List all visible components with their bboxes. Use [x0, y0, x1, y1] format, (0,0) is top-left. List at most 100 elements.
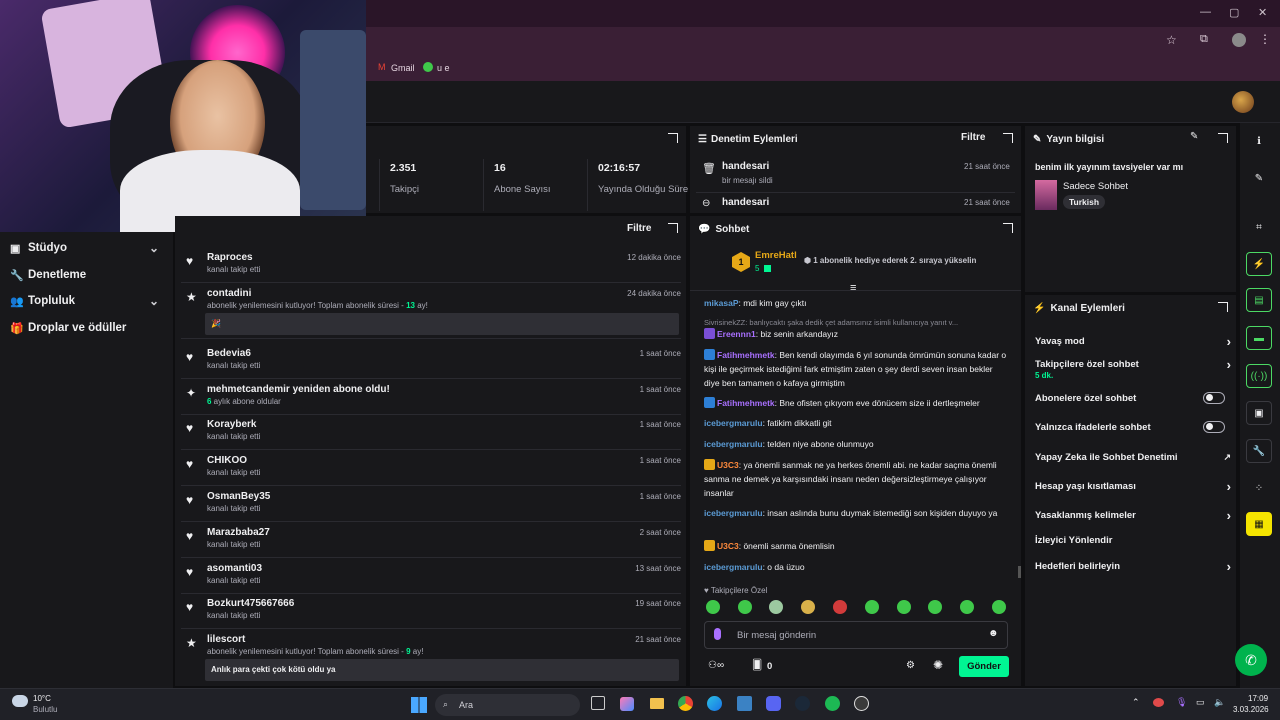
- obs-icon[interactable]: [854, 696, 869, 711]
- chat-username[interactable]: icebergmarulu: [704, 562, 763, 572]
- nav-community[interactable]: 👥 Topluluk ⌄: [10, 290, 165, 312]
- mod-user[interactable]: handesari: [722, 197, 769, 208]
- channel-action-item[interactable]: Hedefleri belirleyin ›: [1035, 559, 1231, 574]
- edge-icon[interactable]: [707, 696, 722, 711]
- edit-icon[interactable]: ✎: [1246, 166, 1272, 190]
- copilot-icon[interactable]: [620, 697, 634, 711]
- volume-icon[interactable]: 🔈: [1214, 697, 1225, 708]
- popout-icon[interactable]: [1003, 133, 1013, 143]
- feed-user-name[interactable]: Marazbaba27: [207, 527, 270, 538]
- chat-message[interactable]: U3C3: önemli sanma önemlisin: [704, 539, 1009, 553]
- chat-username[interactable]: mikasaP: [704, 298, 739, 308]
- user-avatar[interactable]: [1232, 91, 1254, 113]
- tray-mic-icon[interactable]: 🎙: [1176, 697, 1187, 708]
- support-chat-button[interactable]: ✆: [1235, 644, 1267, 676]
- extensions-icon[interactable]: ⁘: [1246, 476, 1272, 500]
- channel-action-item[interactable]: Takipçilere özel sohbet 5 dk. ›: [1035, 357, 1231, 380]
- toggle-switch[interactable]: [1203, 392, 1225, 404]
- channel-points-icon[interactable]: 🂠: [752, 660, 762, 671]
- clapper-icon[interactable]: ▦: [1246, 512, 1272, 536]
- chrome-icon[interactable]: [678, 696, 693, 711]
- profile-icon[interactable]: [1232, 33, 1246, 47]
- settings-icon[interactable]: ⚙: [906, 660, 915, 671]
- info-icon[interactable]: ℹ: [1246, 129, 1272, 153]
- chat-message[interactable]: Fatihmehmetk: Ben kendi olayımda 6 yıl s…: [704, 348, 1009, 390]
- clip-icon[interactable]: ⌗: [1246, 215, 1272, 239]
- bot-icon[interactable]: ✺: [933, 658, 943, 672]
- feed-item[interactable]: ★ lilescort abonelik yenilemesini kutluyor…: [181, 634, 681, 682]
- star-icon[interactable]: ☆: [1166, 33, 1177, 47]
- popout-icon[interactable]: [1218, 133, 1228, 143]
- chat-message[interactable]: icebergmarulu: fatikim dikkatli git: [704, 416, 1009, 430]
- steam-icon[interactable]: [795, 696, 810, 711]
- discord-icon[interactable]: [766, 696, 781, 711]
- popout-icon[interactable]: [1003, 223, 1013, 233]
- nav-studio[interactable]: ▣ Stüdyo ⌄: [10, 237, 165, 259]
- extensions-icon[interactable]: ⧉: [1200, 33, 1208, 46]
- chat-username[interactable]: U3C3: [717, 541, 739, 551]
- channel-action-item[interactable]: Yapay Zeka ile Sohbet Denetimi ↗: [1035, 452, 1231, 463]
- chat-message[interactable]: icebergmarulu: o da üzuo: [704, 560, 1009, 574]
- chat-username[interactable]: Fatihmehmetk: [717, 350, 775, 360]
- emote-icon[interactable]: [769, 600, 783, 614]
- emote-icon[interactable]: [833, 600, 847, 614]
- feed-user-name[interactable]: contadini: [207, 288, 251, 299]
- feed-item[interactable]: ♥ Bozkurt475667666 kanalı takip etti 19 saa…: [181, 598, 681, 630]
- emote-icon[interactable]: [928, 600, 942, 614]
- feed-user-name[interactable]: Raproces: [207, 252, 253, 263]
- chat-message[interactable]: mikasaP: mdi kim gay çıktı: [704, 296, 1009, 310]
- toggle-switch[interactable]: [1203, 421, 1225, 433]
- wrench-icon[interactable]: 🔧: [1246, 439, 1272, 463]
- channel-action-item[interactable]: Yavaş mod ›: [1035, 334, 1231, 349]
- filter-button[interactable]: Filtre: [961, 132, 985, 143]
- feed-user-name[interactable]: Korayberk: [207, 419, 256, 430]
- minimize-icon[interactable]: —: [1200, 6, 1211, 18]
- feed-item[interactable]: ♥ Korayberk kanalı takip etti 1 saat önce: [181, 419, 681, 451]
- chat-message[interactable]: Fatihmehmetk: Bne ofisten çıkıyom eve dö…: [704, 396, 1009, 410]
- viewers-icon[interactable]: ⚇∞: [708, 660, 724, 671]
- feed-user-name[interactable]: OsmanBey35: [207, 491, 270, 502]
- emoji-icon[interactable]: ☻: [988, 628, 999, 639]
- send-button[interactable]: Gönder: [959, 656, 1009, 677]
- chat-username[interactable]: icebergmarulu: [704, 418, 763, 428]
- stream-tag[interactable]: Turkish: [1063, 195, 1106, 209]
- nav-moderation[interactable]: 🔧 Denetleme: [10, 264, 165, 286]
- chevron-right-icon[interactable]: ›: [1227, 334, 1231, 349]
- feed-user-name[interactable]: CHIKOO: [207, 455, 247, 466]
- restore-icon[interactable]: ▢: [1229, 6, 1239, 19]
- chat-message[interactable]: Ereennn1: biz senin arkandayız: [704, 327, 1009, 341]
- bookmark-ue[interactable]: u e: [437, 63, 450, 73]
- feed-item[interactable]: ♥ asomanti03 kanalı takip etti 13 saat önce: [181, 563, 681, 594]
- feed-item[interactable]: ✦ mehmetcandemir yeniden abone oldu! 6 ayl…: [181, 384, 681, 415]
- chevron-right-icon[interactable]: ›: [1227, 559, 1231, 574]
- edit-icon[interactable]: ✎: [1190, 131, 1198, 142]
- popout-icon[interactable]: [668, 223, 678, 233]
- emote-icon[interactable]: [960, 600, 974, 614]
- taskbar-search[interactable]: ⌕ Ara: [435, 694, 580, 716]
- channel-action-item[interactable]: Yalnızca ifadelerle sohbet: [1035, 421, 1231, 433]
- feed-user-name[interactable]: lilescort: [207, 634, 245, 645]
- spotify-icon[interactable]: [825, 696, 840, 711]
- chat-username[interactable]: U3C3: [717, 460, 739, 470]
- emote-icon[interactable]: [801, 600, 815, 614]
- chat-scrollbar[interactable]: [1018, 566, 1021, 578]
- chat-message[interactable]: icebergmarulu: telden niye abone olunmuy…: [704, 437, 1009, 451]
- category-thumbnail[interactable]: [1035, 180, 1057, 210]
- broadcast-icon[interactable]: ((·)): [1246, 364, 1272, 388]
- feed-item[interactable]: ♥ Marazbaba27 kanalı takip etti 2 saat önce: [181, 527, 681, 558]
- chevron-right-icon[interactable]: ›: [1227, 357, 1231, 372]
- channel-action-item[interactable]: Abonelere özel sohbet: [1035, 392, 1231, 404]
- popout-icon[interactable]: [1218, 302, 1228, 312]
- tray-app-icon[interactable]: [1153, 698, 1164, 707]
- channel-action-item[interactable]: Hesap yaşı kısıtlaması ›: [1035, 479, 1231, 494]
- feed-user-name[interactable]: asomanti03: [207, 563, 262, 574]
- chevron-right-icon[interactable]: ›: [1227, 508, 1231, 523]
- clock-date[interactable]: 3.03.2026: [1233, 705, 1269, 714]
- filter-button[interactable]: Filtre: [627, 223, 651, 234]
- gift-leader-name[interactable]: EmreHatl: [755, 250, 797, 261]
- category-name[interactable]: Sadece Sohbet: [1063, 181, 1128, 192]
- stack-icon[interactable]: ▣: [1246, 401, 1272, 425]
- task-view-icon[interactable]: [591, 696, 605, 710]
- popout-icon[interactable]: [668, 133, 678, 143]
- feed-item[interactable]: ★ contadini abonelik yenilemesini kutluyor…: [181, 288, 681, 339]
